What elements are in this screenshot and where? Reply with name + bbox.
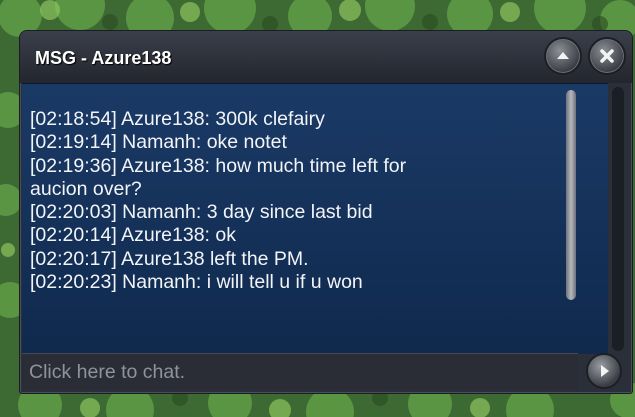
close-icon <box>600 49 614 63</box>
chat-message: [02:20:03] Namanh: 3 day since last bid <box>30 201 373 224</box>
chat-message: aucion over? <box>30 177 142 200</box>
chat-message: [02:18:54] Azure138: 300k clefairy <box>30 108 325 130</box>
send-button[interactable] <box>586 353 622 389</box>
private-message-window: MSG - Azure138 [02:18:54] Azure138: 300k… <box>19 30 633 394</box>
chat-message: [02:20:17] Azure138 left the PM. <box>30 247 309 270</box>
chevron-up-icon <box>557 52 569 59</box>
message-list: [02:18:54] Azure138: 300k clefairy [02:1… <box>30 108 550 294</box>
window-titlebar[interactable]: MSG - Azure138 <box>20 31 632 83</box>
chat-input[interactable] <box>22 354 577 390</box>
chat-input-bar <box>22 353 578 390</box>
chat-message: [02:19:36] Azure138: how much time left … <box>30 154 407 177</box>
close-button[interactable] <box>588 37 626 75</box>
minimize-button[interactable] <box>544 37 582 75</box>
chat-message: [02:20:14] Azure138: ok <box>30 224 236 247</box>
scrollbar-thumb[interactable] <box>566 90 576 300</box>
play-arrow-icon <box>601 365 609 377</box>
chat-log[interactable]: [02:18:54] Azure138: 300k clefairy [02:1… <box>22 83 608 354</box>
scrollbar-track[interactable] <box>612 87 624 351</box>
chat-message: [02:19:14] Namanh: oke notet <box>30 131 287 154</box>
chat-message: [02:20:23] Namanh: i will tell u if u wo… <box>30 271 363 294</box>
window-title: MSG - Azure138 <box>35 48 172 68</box>
